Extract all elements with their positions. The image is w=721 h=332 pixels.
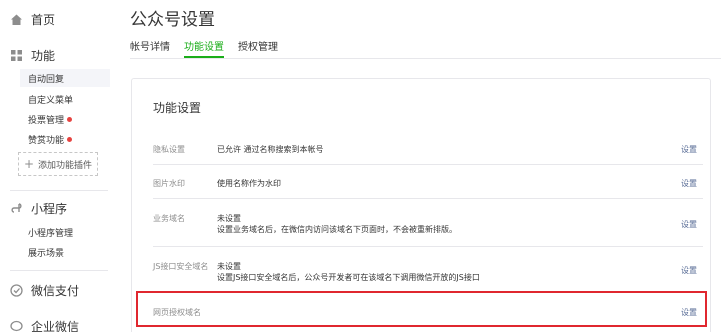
mini-program-icon: [10, 202, 23, 215]
row-value: 未设置: [217, 262, 241, 271]
business-domain-settings-link[interactable]: 设置: [681, 219, 697, 230]
tab-feature-settings[interactable]: 功能设置: [184, 38, 224, 58]
row-value: 已允许 通过名称搜索到本帐号: [217, 145, 324, 154]
row-label: 隐私设置: [153, 145, 185, 154]
sidebar-divider: [10, 190, 108, 191]
sidebar-item-label: 展示场景: [28, 248, 65, 259]
wallet-icon: [10, 284, 23, 297]
sidebar-item-home[interactable]: 首页: [10, 11, 55, 28]
sidebar-item-mini-program-manage[interactable]: 小程序管理: [28, 223, 73, 241]
sidebar-item-home-label: 首页: [31, 13, 56, 27]
grid-icon: [10, 49, 23, 62]
enterprise-wechat-icon: [10, 320, 23, 332]
sidebar-item-vote[interactable]: 投票管理: [28, 110, 73, 128]
notification-dot: [67, 116, 73, 122]
sidebar-section-features-label: 功能: [31, 49, 56, 63]
tab-bar: 帐号详情 功能设置 授权管理: [130, 38, 292, 58]
sidebar: 首页 功能 自动回复 自定义菜单 投票管理 赞赏功能 + 添加功能插件 小程序 …: [0, 0, 110, 332]
page-title: 公众号设置: [130, 10, 215, 30]
sidebar-section-wechat-pay-label: 微信支付: [31, 284, 80, 298]
home-icon: [10, 13, 23, 26]
watermark-settings-link[interactable]: 设置: [681, 178, 697, 189]
sidebar-item-custom-menu[interactable]: 自定义菜单: [28, 90, 73, 108]
tabs-divider: [130, 58, 721, 59]
sidebar-section-features[interactable]: 功能: [10, 47, 55, 64]
sidebar-item-label: 投票管理: [28, 115, 65, 126]
row-label: JS接口安全域名: [153, 262, 209, 271]
row-label: 图片水印: [153, 179, 185, 188]
privacy-settings-link[interactable]: 设置: [681, 144, 697, 155]
settings-row-privacy: 隐私设置 已允许 通过名称搜索到本帐号 设置: [153, 131, 703, 165]
plus-icon: +: [23, 157, 35, 171]
add-plugin-label: 添加功能插件: [38, 160, 93, 171]
tab-account-details[interactable]: 帐号详情: [130, 38, 170, 58]
sidebar-item-label: 自定义菜单: [28, 95, 74, 106]
sidebar-section-enterprise-wechat[interactable]: 企业微信: [10, 318, 79, 332]
sidebar-item-reward[interactable]: 赞赏功能: [28, 130, 73, 148]
js-domain-settings-link[interactable]: 设置: [681, 265, 697, 276]
sidebar-item-label: 自动回复: [28, 74, 65, 85]
sidebar-item-label: 小程序管理: [28, 228, 74, 239]
row-label: 业务域名: [153, 214, 185, 223]
sidebar-section-mini-program-label: 小程序: [31, 202, 68, 216]
sidebar-item-auto-reply[interactable]: 自动回复: [20, 69, 110, 87]
sidebar-section-mini-program[interactable]: 小程序: [10, 200, 67, 217]
settings-row-watermark: 图片水印 使用名称作为水印 设置: [153, 165, 703, 199]
sidebar-item-display-scene[interactable]: 展示场景: [28, 243, 64, 261]
settings-row-business-domain: 业务域名 未设置 设置业务域名后，在微信内访问该域名下页面时，不会被重新排版。 …: [153, 199, 703, 247]
row-value: 使用名称作为水印: [217, 179, 281, 188]
notification-dot: [67, 136, 73, 142]
settings-row-js-domain: JS接口安全域名 未设置 设置JS接口安全域名后，公众号开发者可在该域名下调用微…: [153, 247, 703, 293]
row-description: 设置业务域名后，在微信内访问该域名下页面时，不会被重新排版。: [217, 225, 457, 234]
card-title: 功能设置: [153, 101, 202, 115]
highlight-box: [136, 291, 707, 327]
sidebar-section-wechat-pay[interactable]: 微信支付: [10, 282, 79, 299]
sidebar-section-enterprise-wechat-label: 企业微信: [31, 320, 80, 332]
row-description: 设置JS接口安全域名后，公众号开发者可在该域名下调用微信开放的JS接口: [217, 273, 480, 282]
sidebar-divider: [10, 270, 108, 271]
add-plugin-button[interactable]: + 添加功能插件: [18, 152, 98, 176]
row-value: 未设置: [217, 214, 241, 223]
sidebar-item-label: 赞赏功能: [28, 135, 65, 146]
tab-authorization[interactable]: 授权管理: [238, 38, 278, 58]
